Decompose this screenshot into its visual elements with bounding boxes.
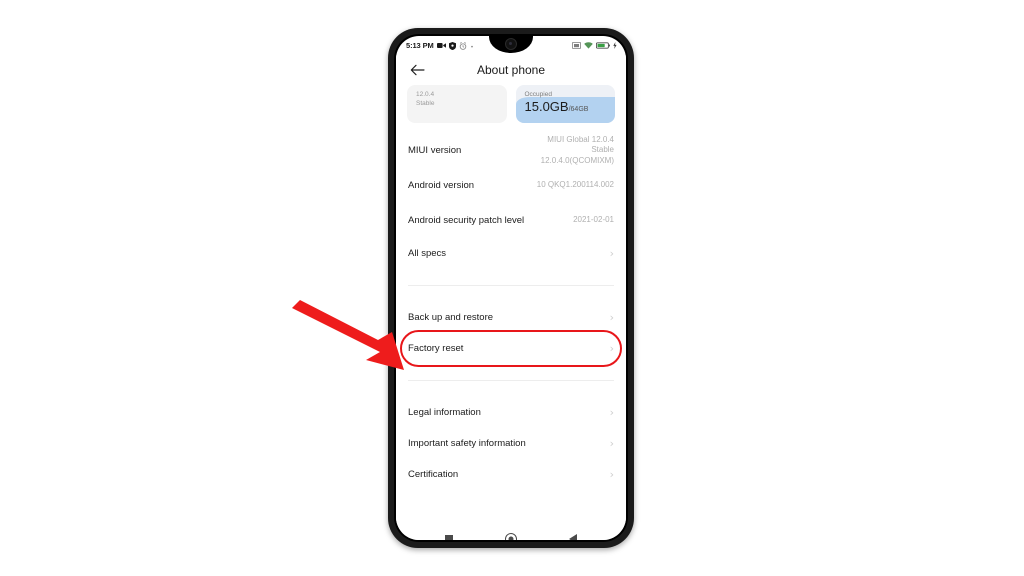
back-triangle-icon [569,534,577,540]
chevron-right-icon: › [609,468,614,481]
nav-home-button[interactable] [502,530,520,540]
row-android-version-value: 10 QKQ1.200114.002 [536,180,614,190]
phone-device-frame: 5:13 PM About phone 12.0.4 Stable Occupi… [388,28,634,548]
row-backup-and-restore-label: Back up and restore [408,312,494,323]
row-important-safety-information[interactable]: Important safety information › [396,428,626,459]
storage-card-inner: Occupied 15.0GB/64GB [516,85,616,122]
annotation-arrow-icon [292,300,404,370]
back-button[interactable] [408,61,426,79]
row-security-patch-value: 2021-02-01 [573,215,614,225]
row-important-safety-information-label: Important safety information [408,438,526,449]
chevron-right-icon: › [609,311,614,324]
wifi-icon [584,42,593,49]
storage-card[interactable]: Occupied 15.0GB/64GB [515,85,616,123]
settings-scroll-content[interactable]: 12.0.4 Stable Occupied 15.0GB/64GB MIUI … [396,85,626,522]
row-certification[interactable]: Certification › [396,459,626,490]
row-all-specs-label: All specs [408,248,447,259]
row-backup-and-restore[interactable]: Back up and restore › [396,302,626,333]
system-navigation-bar [396,522,626,540]
summary-cards-row: 12.0.4 Stable Occupied 15.0GB/64GB [396,85,626,123]
shield-icon [448,41,456,50]
row-miui-version-label: MIUI version [408,145,462,156]
row-miui-version-value: MIUI Global 12.0.4 Stable 12.0.4.0(QCOMI… [540,134,614,165]
row-security-patch[interactable]: Android security patch level 2021-02-01 [396,203,626,238]
battery-icon [596,42,610,49]
nav-back-button[interactable] [564,530,582,540]
nav-recents-button[interactable] [440,530,458,540]
arrow-left-icon [410,64,425,76]
row-all-specs[interactable]: All specs › [396,238,626,269]
storage-value-group: 15.0GB/64GB [525,99,607,117]
storage-caption: Occupied [524,91,552,98]
phone-bezel: 5:13 PM About phone 12.0.4 Stable Occupi… [394,34,628,542]
app-bar: About phone [396,55,626,85]
row-legal-information[interactable]: Legal information › [396,397,626,428]
miui-version-card-line1: 12.0.4 [416,91,435,98]
chevron-right-icon: › [609,342,614,355]
row-android-version-label: Android version [408,180,475,191]
charging-bolt-icon [613,42,617,49]
cast-icon [572,42,581,49]
page-title: About phone [476,63,546,77]
alarm-icon [459,41,466,50]
chevron-right-icon: › [609,406,614,419]
status-bar-right [572,42,617,49]
chevron-right-icon: › [609,247,614,260]
phone-screen: 5:13 PM About phone 12.0.4 Stable Occupi… [396,36,626,540]
row-security-patch-label: Android security patch level [408,215,525,226]
home-circle-icon [505,533,517,540]
status-bar-left: 5:13 PM [406,41,474,50]
row-legal-information-label: Legal information [408,407,481,418]
front-camera-icon [505,38,517,50]
video-camera-icon [436,43,446,48]
dot-icon [470,45,473,48]
row-miui-version[interactable]: MIUI version MIUI Global 12.0.4 Stable 1… [396,133,626,168]
row-factory-reset[interactable]: Factory reset › [396,330,626,367]
miui-version-card[interactable]: 12.0.4 Stable [407,85,507,123]
storage-value: 15.0GB [524,99,569,114]
recents-square-icon [445,535,453,540]
storage-total: /64GB [568,106,589,113]
row-android-version[interactable]: Android version 10 QKQ1.200114.002 [396,168,626,203]
miui-version-card-line2: Stable [416,100,435,107]
status-clock: 5:13 PM [406,41,434,50]
miui-version-card-inner: 12.0.4 Stable [407,85,507,113]
row-certification-label: Certification [408,469,459,480]
chevron-right-icon: › [609,437,614,450]
